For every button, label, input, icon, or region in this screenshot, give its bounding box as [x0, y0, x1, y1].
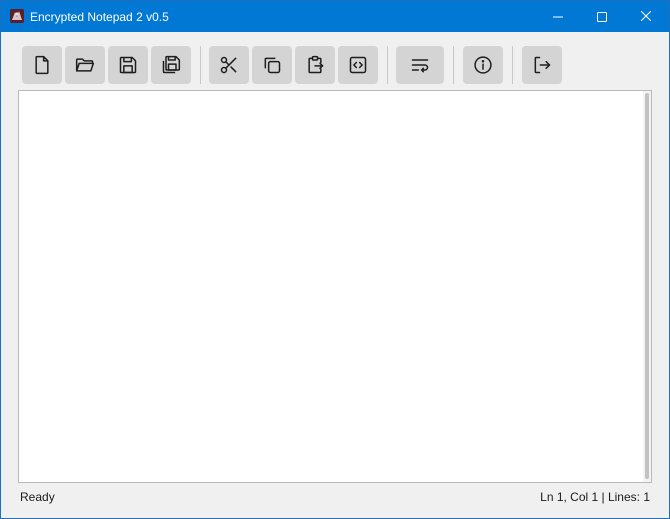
copy-button[interactable] — [252, 46, 292, 84]
code-button[interactable] — [338, 46, 378, 84]
toolbar-separator — [453, 46, 454, 84]
save-button[interactable] — [108, 46, 148, 84]
paste-icon — [308, 55, 324, 74]
copy-icon — [264, 57, 281, 74]
word-wrap-icon — [411, 59, 429, 73]
scissors-icon — [220, 56, 237, 74]
exit-button[interactable] — [522, 46, 562, 84]
toolbar-separator — [512, 46, 513, 84]
minimize-icon — [553, 16, 563, 17]
scrollbar-thumb[interactable] — [645, 93, 649, 479]
window-title: Encrypted Notepad 2 v0.5 — [30, 10, 169, 24]
word-wrap-button[interactable] — [396, 46, 444, 84]
close-button-hit[interactable] — [623, 1, 669, 31]
text-editor[interactable] — [19, 91, 643, 482]
minimize-button[interactable] — [536, 1, 580, 32]
title-bar[interactable]: Encrypted Notepad 2 v0.5 — [1, 1, 669, 32]
about-button[interactable] — [463, 46, 503, 84]
toolbar-separator — [200, 46, 201, 84]
code-icon — [349, 56, 367, 74]
new-file-button[interactable] — [22, 46, 62, 84]
status-text: Ready — [20, 490, 55, 504]
cut-button[interactable] — [209, 46, 249, 84]
maximize-button[interactable] — [580, 1, 624, 32]
toolbar — [1, 32, 669, 90]
exit-icon — [534, 56, 551, 74]
new-file-icon — [35, 55, 49, 75]
close-icon — [641, 11, 651, 21]
toolbar-separator — [387, 46, 388, 84]
save-icon — [119, 56, 137, 74]
status-bar: Ready Ln 1, Col 1 | Lines: 1 — [1, 485, 669, 509]
cursor-position: Ln 1, Col 1 | Lines: 1 — [540, 490, 650, 504]
info-icon — [474, 56, 492, 74]
paste-button[interactable] — [295, 46, 335, 84]
app-window: Encrypted Notepad 2 v0.5 Ready Ln 1, Col… — [0, 0, 670, 519]
editor-panel — [18, 90, 652, 483]
vertical-scrollbar[interactable] — [643, 91, 651, 482]
app-logo-icon — [9, 8, 25, 24]
folder-open-icon — [75, 58, 95, 72]
save-as-button[interactable] — [151, 46, 191, 84]
maximize-icon — [597, 11, 607, 22]
open-file-button[interactable] — [65, 46, 105, 84]
save-as-icon — [162, 55, 181, 74]
